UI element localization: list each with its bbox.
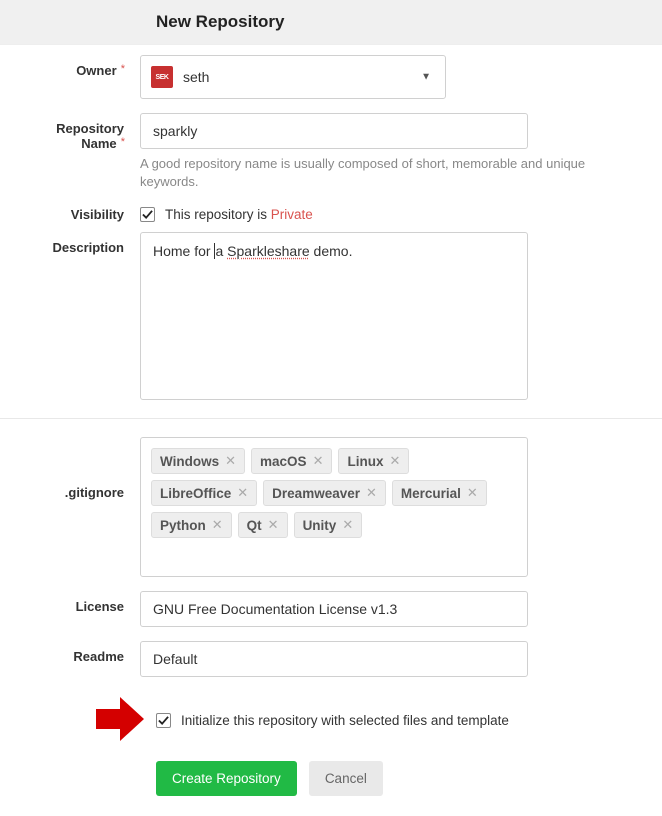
gitignore-tag: Linux ✕ bbox=[338, 448, 409, 474]
page-header: New Repository bbox=[0, 0, 662, 45]
tag-label: Linux bbox=[347, 454, 383, 469]
owner-avatar: SEK bbox=[151, 66, 173, 88]
gitignore-tags-input[interactable]: Windows✕macOS✕Linux✕LibreOffice✕Dreamwea… bbox=[140, 437, 528, 577]
create-repository-button[interactable]: Create Repository bbox=[156, 761, 297, 796]
visibility-checkbox[interactable] bbox=[140, 207, 155, 222]
tag-label: macOS bbox=[260, 454, 307, 469]
repo-name-label: Repository Name * bbox=[18, 113, 140, 151]
remove-tag-icon[interactable]: ✕ bbox=[366, 485, 377, 501]
new-repo-form: Owner * SEK seth ▼ Repository Name * A g… bbox=[0, 45, 662, 816]
gitignore-tag: Mercurial ✕ bbox=[392, 480, 487, 506]
description-value: Home for a Sparkleshare demo. bbox=[153, 243, 352, 259]
tag-label: LibreOffice bbox=[160, 486, 231, 501]
divider bbox=[0, 418, 662, 419]
gitignore-tag: Qt ✕ bbox=[238, 512, 288, 538]
license-label: License bbox=[18, 591, 140, 614]
remove-tag-icon[interactable]: ✕ bbox=[268, 517, 279, 533]
tag-label: Dreamweaver bbox=[272, 486, 360, 501]
chevron-down-icon: ▼ bbox=[421, 72, 431, 83]
remove-tag-icon[interactable]: ✕ bbox=[389, 453, 400, 469]
page-title: New Repository bbox=[156, 12, 662, 32]
tag-label: Windows bbox=[160, 454, 219, 469]
visibility-label: Visibility bbox=[18, 205, 140, 222]
tag-label: Unity bbox=[303, 518, 337, 533]
gitignore-tag: Python ✕ bbox=[151, 512, 232, 538]
remove-tag-icon[interactable]: ✕ bbox=[225, 453, 236, 469]
gitignore-tag: LibreOffice ✕ bbox=[151, 480, 257, 506]
remove-tag-icon[interactable]: ✕ bbox=[237, 485, 248, 501]
description-input[interactable]: Home for a Sparkleshare demo. bbox=[140, 232, 528, 400]
tag-label: Mercurial bbox=[401, 486, 461, 501]
init-checkbox[interactable] bbox=[156, 713, 171, 728]
visibility-text: This repository is Private bbox=[165, 207, 313, 222]
gitignore-tag: macOS ✕ bbox=[251, 448, 332, 474]
gitignore-label: .gitignore bbox=[18, 437, 140, 500]
remove-tag-icon[interactable]: ✕ bbox=[313, 453, 324, 469]
check-icon bbox=[142, 209, 153, 220]
owner-select[interactable]: SEK seth ▼ bbox=[140, 55, 446, 99]
owner-label: Owner * bbox=[18, 55, 140, 78]
tag-label: Qt bbox=[247, 518, 262, 533]
init-label: Initialize this repository with selected… bbox=[181, 713, 509, 728]
remove-tag-icon[interactable]: ✕ bbox=[467, 485, 478, 501]
gitignore-tag: Unity ✕ bbox=[294, 512, 363, 538]
cancel-button[interactable]: Cancel bbox=[309, 761, 383, 796]
remove-tag-icon[interactable]: ✕ bbox=[212, 517, 223, 533]
license-select[interactable] bbox=[140, 591, 528, 627]
readme-label: Readme bbox=[18, 641, 140, 664]
gitignore-tag: Windows ✕ bbox=[151, 448, 245, 474]
attention-arrow-icon bbox=[92, 691, 148, 747]
gitignore-tag: Dreamweaver ✕ bbox=[263, 480, 386, 506]
repo-name-input[interactable] bbox=[140, 113, 528, 149]
tag-label: Python bbox=[160, 518, 206, 533]
description-label: Description bbox=[18, 232, 140, 255]
readme-select[interactable] bbox=[140, 641, 528, 677]
owner-value: seth bbox=[183, 69, 209, 85]
check-icon bbox=[158, 715, 169, 726]
remove-tag-icon[interactable]: ✕ bbox=[342, 517, 353, 533]
repo-name-hint: A good repository name is usually compos… bbox=[140, 155, 640, 191]
